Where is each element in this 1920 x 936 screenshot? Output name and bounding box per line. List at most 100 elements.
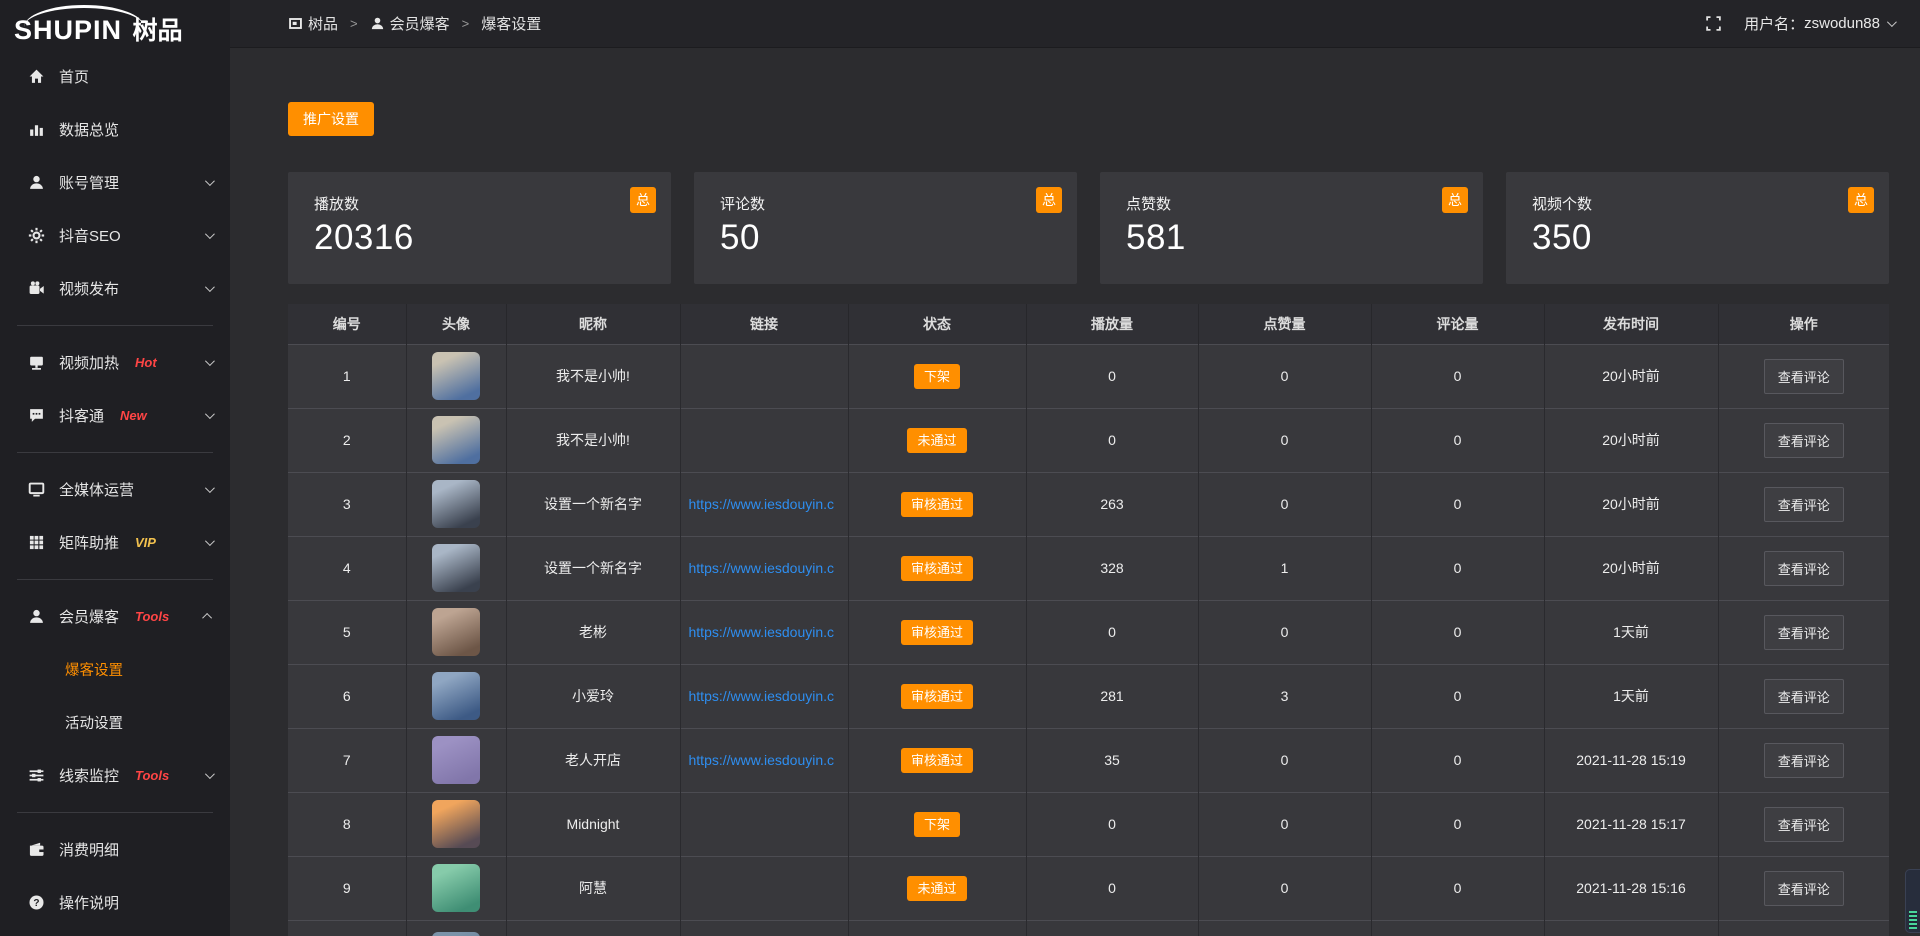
stat-value: 350 (1532, 218, 1863, 258)
view-comments-button[interactable]: 查看评论 (1764, 807, 1844, 842)
cell-likes: 0 (1198, 600, 1371, 664)
cell-action: 查看评论 (1718, 792, 1889, 856)
sidebar-item-4[interactable]: 抖音SEO (0, 209, 230, 262)
wallet-icon (28, 841, 45, 858)
sidebar-item-8[interactable]: 全媒体运营 (0, 463, 230, 516)
chevron-up-icon (202, 613, 212, 623)
video-link[interactable]: https://www.iesdouyin.c (681, 688, 848, 704)
status-badge: 审核通过 (901, 492, 973, 517)
breadcrumb-item[interactable]: 爆客设置 (481, 13, 541, 34)
sidebar-item-9[interactable]: 矩阵助推VIP (0, 516, 230, 569)
view-comments-button[interactable]: 查看评论 (1764, 487, 1844, 522)
cell-time: 1天前 (1544, 600, 1718, 664)
sidebar-subitem[interactable]: 活动设置 (0, 696, 230, 749)
user-menu[interactable]: 用户名： zswodun88 (1744, 13, 1894, 34)
view-comments-button[interactable]: 查看评论 (1764, 679, 1844, 714)
status-badge: 审核通过 (901, 620, 973, 645)
cell-id: 5 (288, 600, 406, 664)
brand-logo[interactable]: SHUPIN 树品 (0, 0, 230, 50)
cell-likes: 0 (1198, 472, 1371, 536)
cell-status: 下架 (848, 792, 1026, 856)
sidebar-item-13[interactable]: ?操作说明 (0, 876, 230, 929)
avatar (432, 480, 480, 528)
sidebar-item-11[interactable]: 线索监控Tools (0, 749, 230, 802)
sidebar-item-12[interactable]: 消费明细 (0, 823, 230, 876)
video-link[interactable]: https://www.iesdouyin.c (681, 752, 848, 768)
cell-avatar (406, 856, 506, 920)
main-area: 树品>会员爆客>爆客设置 用户名： zswodun88 推广设置 播放数2031… (230, 0, 1920, 936)
cell-avatar (406, 600, 506, 664)
cell-likes: 0 (1198, 728, 1371, 792)
video-link[interactable]: https://www.iesdouyin.c (681, 560, 848, 576)
sidebar-item-1[interactable]: 首页 (0, 50, 230, 103)
breadcrumb: 树品>会员爆客>爆客设置 (288, 13, 541, 34)
column-header: 链接 (680, 304, 848, 344)
sidebar-item-tag: Tools (135, 609, 169, 624)
sidebar-item-label: 视频发布 (59, 278, 119, 299)
cell-partial (1026, 920, 1198, 936)
sidebar-item-label: 首页 (59, 66, 89, 87)
cell-partial (506, 920, 680, 936)
cell-time: 2021-11-28 15:16 (1544, 856, 1718, 920)
column-header: 昵称 (506, 304, 680, 344)
fullscreen-icon[interactable] (1705, 15, 1722, 32)
chevron-down-icon (205, 769, 215, 779)
view-comments-button[interactable]: 查看评论 (1764, 615, 1844, 650)
cell-status: 审核通过 (848, 664, 1026, 728)
sidebar-item-6[interactable]: 视频加热Hot (0, 336, 230, 389)
sidebar-item-2[interactable]: 数据总览 (0, 103, 230, 156)
chart-icon (28, 121, 45, 138)
videos-table: 编号头像昵称链接状态播放量点赞量评论量发布时间操作 1我不是小帅!下架00020… (288, 304, 1889, 936)
view-comments-button[interactable]: 查看评论 (1764, 359, 1844, 394)
cell-time: 2021-11-28 15:17 (1544, 792, 1718, 856)
breadcrumb-item[interactable]: 会员爆客 (370, 13, 450, 34)
promo-settings-button[interactable]: 推广设置 (288, 102, 374, 136)
column-header: 头像 (406, 304, 506, 344)
user-icon (28, 174, 45, 191)
chevron-down-icon (205, 282, 215, 292)
cell-nickname: Midnight (506, 792, 680, 856)
video-link[interactable]: https://www.iesdouyin.c (681, 496, 848, 512)
breadcrumb-item[interactable]: 树品 (288, 13, 338, 34)
floating-widget[interactable] (1905, 869, 1920, 933)
video-link[interactable]: https://www.iesdouyin.c (681, 624, 848, 640)
view-comments-button[interactable]: 查看评论 (1764, 743, 1844, 778)
cell-likes: 1 (1198, 536, 1371, 600)
chevron-down-icon (205, 229, 215, 239)
sidebar-item-label: 账号管理 (59, 172, 119, 193)
avatar (432, 544, 480, 592)
cell-avatar (406, 536, 506, 600)
cell-action: 查看评论 (1718, 600, 1889, 664)
cell-time: 20小时前 (1544, 344, 1718, 408)
stat-card: 播放数20316总 (288, 172, 671, 284)
sidebar: SHUPIN 树品 首页数据总览账号管理抖音SEO 视频发布视频加热Hot抖客通N… (0, 0, 230, 936)
view-comments-button[interactable]: 查看评论 (1764, 551, 1844, 586)
cell-nickname: 我不是小帅! (506, 344, 680, 408)
avatar (432, 352, 480, 400)
cell-comments: 0 (1371, 728, 1544, 792)
cell-partial (1371, 920, 1544, 936)
cell-partial (1544, 920, 1718, 936)
cell-id: 8 (288, 792, 406, 856)
table-row: 8Midnight下架0002021-11-28 15:17查看评论 (288, 792, 1889, 856)
view-comments-button[interactable]: 查看评论 (1764, 871, 1844, 906)
cell-action: 查看评论 (1718, 664, 1889, 728)
cell-comments: 0 (1371, 856, 1544, 920)
sidebar-item-5[interactable]: 视频发布 (0, 262, 230, 315)
cell-status: 未通过 (848, 856, 1026, 920)
view-comments-button[interactable]: 查看评论 (1764, 423, 1844, 458)
cell-time: 1天前 (1544, 664, 1718, 728)
sidebar-item-3[interactable]: 账号管理 (0, 156, 230, 209)
total-badge: 总 (1442, 187, 1468, 213)
sidebar-subitem[interactable]: 爆客设置 (0, 643, 230, 696)
cell-id: 4 (288, 536, 406, 600)
sidebar-item-7[interactable]: 抖客通New (0, 389, 230, 442)
cell-likes: 0 (1198, 344, 1371, 408)
cell-avatar (406, 664, 506, 728)
sidebar-item-10[interactable]: 会员爆客Tools (0, 590, 230, 643)
cell-partial (288, 920, 406, 936)
column-header: 编号 (288, 304, 406, 344)
stats-row: 播放数20316总评论数50总点赞数581总视频个数350总 (288, 172, 1889, 284)
cell-partial (680, 920, 848, 936)
sidebar-item-label: 矩阵助推 (59, 532, 119, 553)
